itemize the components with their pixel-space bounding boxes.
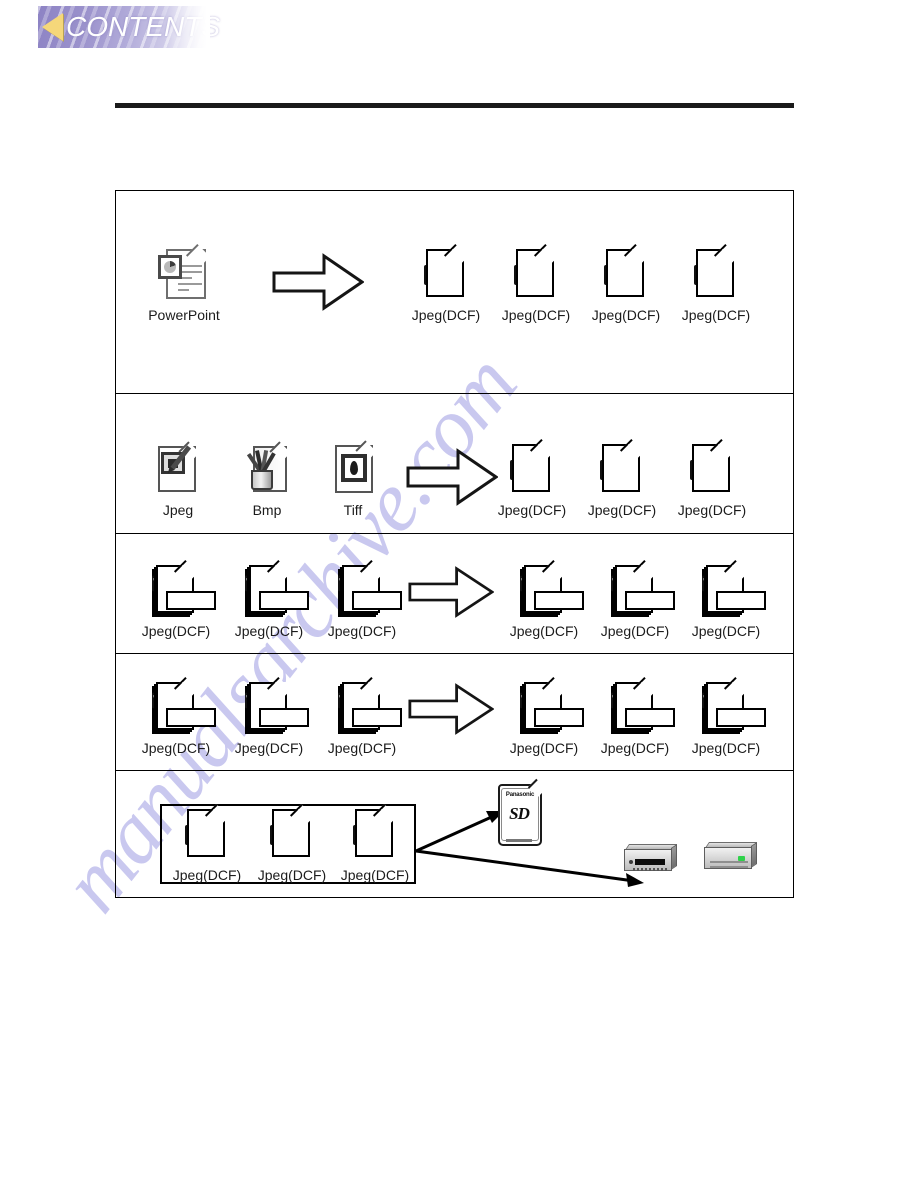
- jpeg-dcf-stacked-file-icon: [243, 676, 309, 738]
- item-label: Jpeg(DCF): [677, 502, 747, 518]
- item-label: Jpeg(DCF): [681, 307, 751, 323]
- powerpoint-file-icon: [156, 243, 212, 305]
- header-divider-rule: [115, 103, 794, 108]
- source-item-jpeg[interactable]: Jpeg: [135, 441, 221, 518]
- flow-row-copy-to-sd: Jpeg(DCF) Jpeg(DCF) Jpeg(DCF) Panasonic …: [116, 771, 793, 897]
- item-label: PowerPoint: [148, 307, 220, 323]
- group-item-jpeg-dcf-2[interactable]: Jpeg(DCF): [249, 803, 335, 883]
- jpeg-dcf-stacked-file-icon: [609, 559, 675, 621]
- card-reader-icon[interactable]: [624, 843, 678, 872]
- item-label: Jpeg(DCF): [497, 502, 567, 518]
- item-label: Jpeg(DCF): [587, 502, 657, 518]
- contents-banner[interactable]: CONTENTS: [38, 6, 220, 48]
- item-label: Jpeg(DCF): [234, 740, 304, 756]
- item-label: Jpeg(DCF): [257, 867, 327, 883]
- tiff-file-icon: [325, 440, 381, 500]
- source-item-powerpoint[interactable]: PowerPoint: [141, 243, 227, 323]
- item-label: Jpeg(DCF): [327, 623, 397, 639]
- jpeg-dcf-stacked-file-icon: [700, 676, 766, 738]
- target-item-jpeg-dcf-1[interactable]: Jpeg(DCF): [403, 243, 489, 323]
- target-item-jpeg-dcf-2[interactable]: Jpeg(DCF): [592, 559, 678, 639]
- jpeg-dcf-file-icon: [690, 243, 742, 305]
- item-label: Jpeg(DCF): [327, 740, 397, 756]
- left-triangle-icon: [42, 13, 63, 41]
- conversion-flow-table: PowerPoint Jpeg(DCF) Jpeg(DCF) Jpeg(DCF)…: [115, 190, 794, 898]
- item-label: Jpeg(DCF): [172, 867, 242, 883]
- item-label: Jpeg(DCF): [141, 623, 211, 639]
- source-item-jpeg-dcf-2[interactable]: Jpeg(DCF): [226, 559, 312, 639]
- copy-connector-arrows: [412, 793, 722, 893]
- target-item-jpeg-dcf-3[interactable]: Jpeg(DCF): [583, 243, 669, 323]
- jpeg-dcf-file-icon: [686, 438, 738, 500]
- target-item-jpeg-dcf-2[interactable]: Jpeg(DCF): [579, 438, 665, 518]
- item-label: Jpeg(DCF): [600, 740, 670, 756]
- source-item-jpeg-dcf-2[interactable]: Jpeg(DCF): [226, 676, 312, 756]
- jpeg-dcf-stacked-file-icon: [518, 559, 584, 621]
- item-label: Jpeg(DCF): [340, 867, 410, 883]
- source-item-jpeg-dcf-1[interactable]: Jpeg(DCF): [133, 676, 219, 756]
- jpeg-dcf-stacked-file-icon: [243, 559, 309, 621]
- jpeg-dcf-file-icon: [596, 438, 648, 500]
- jpeg-dcf-stacked-file-icon: [336, 676, 402, 738]
- source-item-bmp[interactable]: Bmp: [224, 441, 310, 518]
- jpeg-dcf-file-icon: [600, 243, 652, 305]
- right-arrow-icon: [406, 448, 498, 506]
- jpeg-dcf-stacked-file-icon: [518, 676, 584, 738]
- flow-row-rename-a: Jpeg(DCF) Jpeg(DCF) Jpeg(DCF) Jpeg(DCF) …: [116, 534, 793, 654]
- group-item-jpeg-dcf-3[interactable]: Jpeg(DCF): [332, 803, 418, 883]
- right-arrow-icon: [408, 566, 494, 618]
- source-item-jpeg-dcf-3[interactable]: Jpeg(DCF): [319, 559, 405, 639]
- target-item-jpeg-dcf-1[interactable]: Jpeg(DCF): [501, 676, 587, 756]
- jpeg-dcf-file-icon: [349, 803, 401, 865]
- right-arrow-icon: [408, 683, 494, 735]
- group-item-jpeg-dcf-1[interactable]: Jpeg(DCF): [164, 803, 250, 883]
- target-item-jpeg-dcf-2[interactable]: Jpeg(DCF): [592, 676, 678, 756]
- sd-card-icon[interactable]: Panasonic SD: [498, 778, 547, 846]
- item-label: Jpeg(DCF): [501, 307, 571, 323]
- item-label: Jpeg(DCF): [411, 307, 481, 323]
- flow-row-powerpoint: PowerPoint Jpeg(DCF) Jpeg(DCF) Jpeg(DCF)…: [116, 191, 793, 394]
- jpeg-dcf-stacked-file-icon: [700, 559, 766, 621]
- target-item-jpeg-dcf-1[interactable]: Jpeg(DCF): [489, 438, 575, 518]
- jpeg-dcf-stacked-file-icon: [336, 559, 402, 621]
- target-item-jpeg-dcf-3[interactable]: Jpeg(DCF): [669, 438, 755, 518]
- jpeg-dcf-file-icon: [420, 243, 472, 305]
- item-label: Jpeg(DCF): [141, 740, 211, 756]
- sd-card-logo-label: SD: [509, 804, 530, 823]
- item-label: Jpeg(DCF): [509, 740, 579, 756]
- source-item-jpeg-dcf-1[interactable]: Jpeg(DCF): [133, 559, 219, 639]
- jpeg-file-icon: [150, 441, 206, 500]
- item-label: Bmp: [252, 502, 282, 518]
- item-label: Jpeg(DCF): [691, 623, 761, 639]
- banner-fade-overlay: [164, 6, 210, 48]
- item-label: Jpeg(DCF): [691, 740, 761, 756]
- item-label: Jpeg: [162, 502, 194, 518]
- flow-row-rename-b: Jpeg(DCF) Jpeg(DCF) Jpeg(DCF) Jpeg(DCF) …: [116, 654, 793, 771]
- target-item-jpeg-dcf-3[interactable]: Jpeg(DCF): [683, 676, 769, 756]
- jpeg-dcf-file-icon: [510, 243, 562, 305]
- card-drive-icon[interactable]: [704, 841, 758, 870]
- jpeg-dcf-stacked-file-icon: [150, 676, 216, 738]
- item-label: Jpeg(DCF): [600, 623, 670, 639]
- bmp-file-icon: [239, 441, 295, 500]
- target-item-jpeg-dcf-4[interactable]: Jpeg(DCF): [673, 243, 759, 323]
- source-item-tiff[interactable]: Tiff: [310, 440, 396, 518]
- target-item-jpeg-dcf-3[interactable]: Jpeg(DCF): [683, 559, 769, 639]
- flow-row-image-formats: Jpeg Bmp Tiff Jpeg(DCF) Jpeg(DCF) Jpeg(D…: [116, 394, 793, 534]
- item-label: Tiff: [343, 502, 363, 518]
- item-label: Jpeg(DCF): [234, 623, 304, 639]
- right-arrow-icon: [272, 253, 364, 311]
- jpeg-dcf-file-icon: [181, 803, 233, 865]
- target-item-jpeg-dcf-2[interactable]: Jpeg(DCF): [493, 243, 579, 323]
- source-item-jpeg-dcf-3[interactable]: Jpeg(DCF): [319, 676, 405, 756]
- item-label: Jpeg(DCF): [591, 307, 661, 323]
- jpeg-dcf-stacked-file-icon: [609, 676, 675, 738]
- jpeg-dcf-file-icon: [506, 438, 558, 500]
- jpeg-dcf-stacked-file-icon: [150, 559, 216, 621]
- target-item-jpeg-dcf-1[interactable]: Jpeg(DCF): [501, 559, 587, 639]
- jpeg-dcf-file-icon: [266, 803, 318, 865]
- item-label: Jpeg(DCF): [509, 623, 579, 639]
- sd-card-brand-label: Panasonic: [505, 792, 535, 798]
